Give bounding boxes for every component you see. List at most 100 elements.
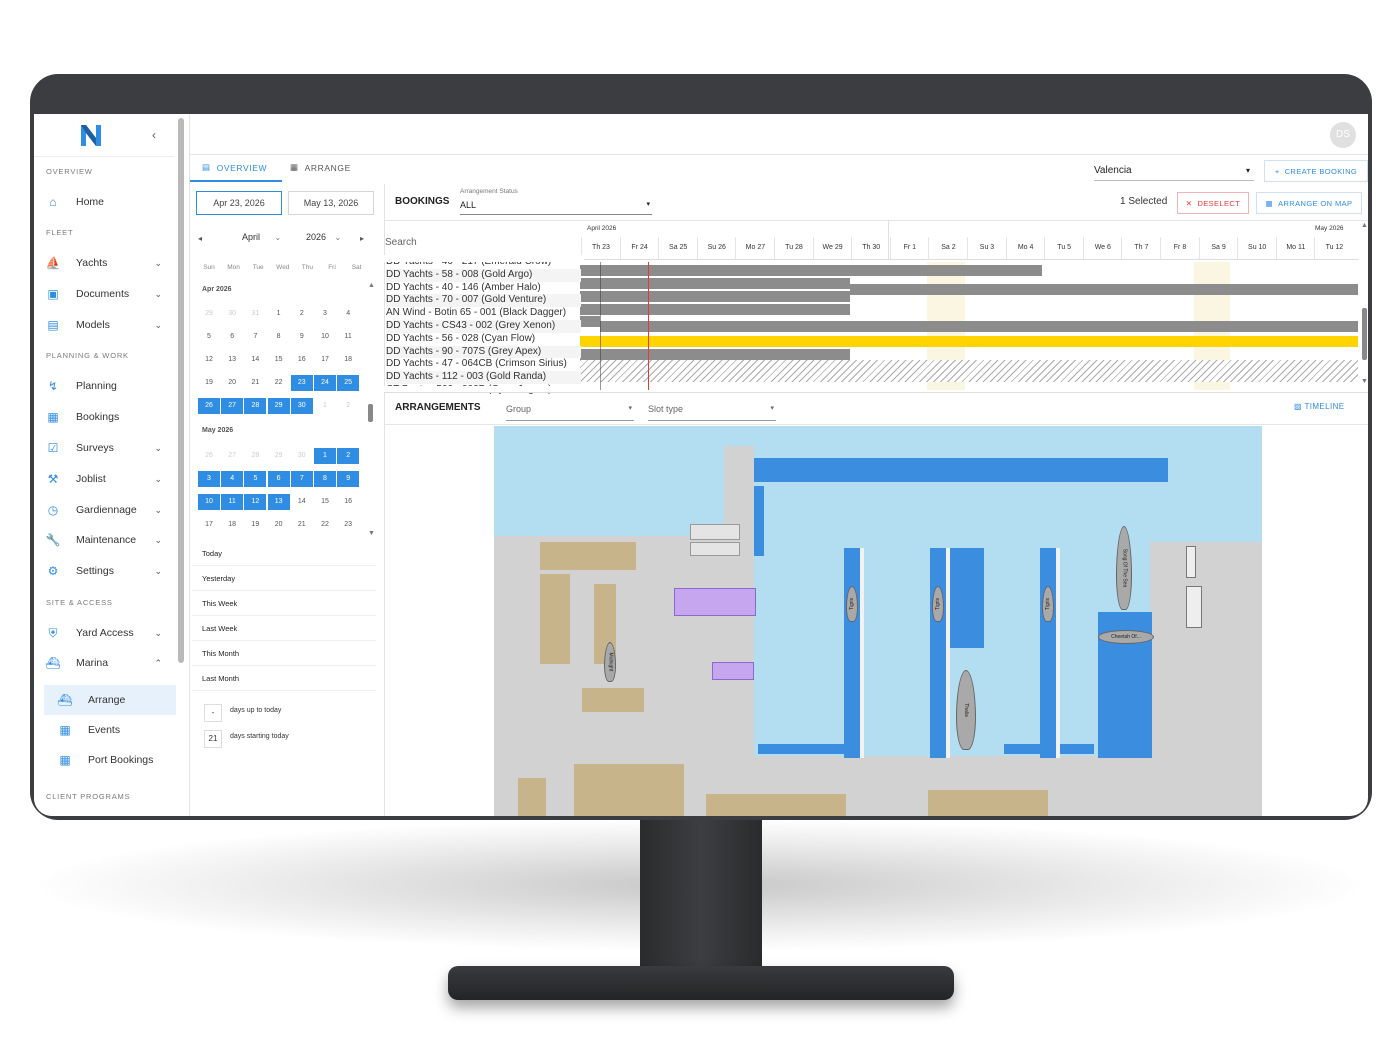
calendar-day[interactable]: 20 (221, 375, 243, 391)
calendar-day[interactable]: 4 (221, 471, 244, 487)
location-select[interactable]: Valencia ▾ (1094, 162, 1254, 181)
gantt-scrollbar[interactable] (1362, 308, 1367, 360)
days-start-input[interactable]: 21 (204, 730, 222, 748)
booking-row-label[interactable]: DD Yachts - 70 - 007 (Gold Venture) (386, 294, 581, 308)
calendar-day[interactable]: 29 (198, 306, 220, 322)
arrangement-status-select[interactable]: ALL ▾ (460, 200, 652, 215)
gantt-scroll-down-icon[interactable]: ▼ (1361, 378, 1368, 385)
booking-row-label[interactable]: DD Yachts - CS43 - 002 (Grey Xenon) (386, 320, 581, 333)
berth[interactable] (754, 486, 764, 556)
booking-row-label[interactable]: DD Yachts - 58 - 008 (Gold Argo) (386, 268, 581, 282)
tab-overview[interactable]: ▤ OVERVIEW (202, 162, 267, 173)
calendar-day[interactable]: 7 (290, 471, 313, 487)
calendar-day[interactable]: 15 (314, 494, 336, 510)
berth-row[interactable] (758, 744, 848, 754)
quick-range-item[interactable]: This Week (192, 592, 376, 616)
calendar-day[interactable]: 17 (314, 352, 336, 368)
calendar-scroll-up-icon[interactable]: ▲ (368, 282, 375, 289)
calendar-day[interactable]: 8 (314, 471, 336, 487)
month-select[interactable]: April ⌄ (242, 232, 281, 242)
quick-range-item[interactable]: This Month (192, 642, 376, 666)
calendar-day[interactable]: 2 (337, 448, 360, 464)
calendar-day[interactable]: 14 (244, 352, 266, 368)
calendar-day[interactable]: 5 (244, 471, 267, 487)
booking-bar[interactable] (600, 321, 1358, 332)
pier-berths[interactable] (1040, 548, 1056, 758)
booking-bar-selected[interactable] (580, 336, 1358, 347)
booking-bar[interactable] (580, 291, 850, 302)
boat-marker[interactable]: Tigris (846, 586, 858, 622)
calendar-day[interactable]: 26 (198, 448, 220, 464)
sidebar-item-joblist[interactable]: ⚒ Joblist ⌄ (34, 466, 174, 492)
calendar-day[interactable]: 11 (221, 494, 244, 510)
prev-month-icon[interactable]: ◂ (198, 234, 202, 243)
calendar-day[interactable]: 20 (268, 517, 290, 533)
berth-row[interactable] (1004, 744, 1094, 754)
calendar-day[interactable]: 4 (337, 306, 359, 322)
sidebar-scrollbar[interactable] (178, 118, 184, 663)
search-input[interactable]: Search (385, 237, 417, 248)
calendar-day[interactable]: 30 (290, 398, 313, 414)
end-date-field[interactable]: May 13, 2026 (288, 191, 374, 215)
boat-marker[interactable]: Tigris (1042, 586, 1054, 622)
calendar-day[interactable]: 23 (290, 375, 313, 391)
sidebar-item-home[interactable]: ⌂ Home (34, 189, 174, 215)
booking-bar[interactable] (850, 284, 1358, 295)
calendar-day[interactable]: 22 (268, 375, 290, 391)
avatar[interactable]: DS (1330, 122, 1356, 148)
calendar-day[interactable]: 14 (291, 494, 313, 510)
calendar-day[interactable]: 7 (244, 329, 266, 345)
calendar-day[interactable]: 13 (267, 494, 290, 510)
calendar-day[interactable]: 8 (268, 329, 290, 345)
booking-row-label[interactable]: DD Yachts - 56 - 028 (Cyan Flow) (386, 333, 581, 346)
calendar-day[interactable]: 6 (221, 329, 243, 345)
gantt-scroll-up-icon[interactable]: ▲ (1361, 222, 1368, 229)
tab-arrange[interactable]: ▦ ARRANGE (290, 162, 351, 173)
calendar-day[interactable]: 1 (314, 448, 336, 464)
arrange-on-map-button[interactable]: ▦ ARRANGE ON MAP (1256, 192, 1362, 214)
berth-row[interactable] (754, 458, 1168, 482)
booking-bar[interactable] (580, 278, 850, 289)
calendar-day[interactable]: 10 (198, 494, 220, 510)
calendar-day[interactable]: 30 (291, 448, 313, 464)
booking-bar[interactable] (580, 349, 850, 360)
calendar-day[interactable]: 16 (291, 352, 313, 368)
calendar-day[interactable]: 18 (337, 352, 359, 368)
sidebar-item-yachts[interactable]: ⛵ Yachts ⌄ (34, 250, 174, 276)
sidebar-item-settings[interactable]: ⚙ Settings ⌄ (34, 558, 174, 584)
start-date-field[interactable]: Apr 23, 2026 (196, 191, 282, 215)
year-select[interactable]: 2026 ⌄ (306, 232, 341, 242)
sidebar-item-gardiennage[interactable]: ◷ Gardiennage ⌄ (34, 497, 174, 523)
sidebar-item-maintenance[interactable]: 🔧 Maintenance ⌄ (34, 527, 174, 553)
calendar-scroll-down-icon[interactable]: ▼ (368, 530, 375, 537)
calendar-day[interactable]: 12 (244, 494, 267, 510)
calendar-day[interactable]: 17 (198, 517, 220, 533)
calendar-day[interactable]: 18 (221, 517, 243, 533)
calendar-day[interactable]: 5 (198, 329, 220, 345)
booking-bar[interactable] (580, 304, 850, 315)
sidebar-item-arrange[interactable]: ⛴ Arrange (44, 685, 176, 715)
calendar-day[interactable]: 3 (198, 471, 220, 487)
group-select[interactable]: Group ▾ (506, 404, 634, 421)
booking-row-label[interactable]: DD Yachts - 40 - 146 (Amber Halo) (386, 282, 581, 295)
calendar-day[interactable]: 30 (221, 306, 243, 322)
reserved-zone[interactable] (674, 588, 756, 616)
timeline-button[interactable]: ▨ TIMELINE (1294, 402, 1345, 411)
pier-berths[interactable] (950, 548, 984, 648)
calendar-day[interactable]: 1 (314, 398, 336, 414)
boat-marker[interactable]: Song Of The Sea (1116, 526, 1132, 610)
sidebar-item-yard-access[interactable]: ⛨ Yard Access ⌄ (34, 620, 174, 646)
pier-berths[interactable] (930, 548, 946, 758)
calendar-day[interactable]: 3 (314, 306, 336, 322)
quick-range-item[interactable]: Today (192, 542, 376, 566)
sidebar-item-models[interactable]: ▤ Models ⌄ (34, 312, 174, 338)
quick-range-item[interactable]: Yesterday (192, 567, 376, 591)
booking-row-label[interactable]: DD Yachts - 47 - 064CB (Crimson Sirius) (386, 358, 581, 371)
calendar-day[interactable]: 19 (244, 517, 266, 533)
deselect-button[interactable]: ✕ DESELECT (1177, 192, 1249, 214)
sidebar-item-events[interactable]: ▦ Events (44, 717, 176, 743)
quick-range-item[interactable]: Last Week (192, 617, 376, 641)
calendar-day[interactable]: 21 (244, 375, 266, 391)
boat-marker[interactable]: Thalia (956, 670, 976, 750)
calendar-day[interactable]: 26 (198, 398, 220, 414)
